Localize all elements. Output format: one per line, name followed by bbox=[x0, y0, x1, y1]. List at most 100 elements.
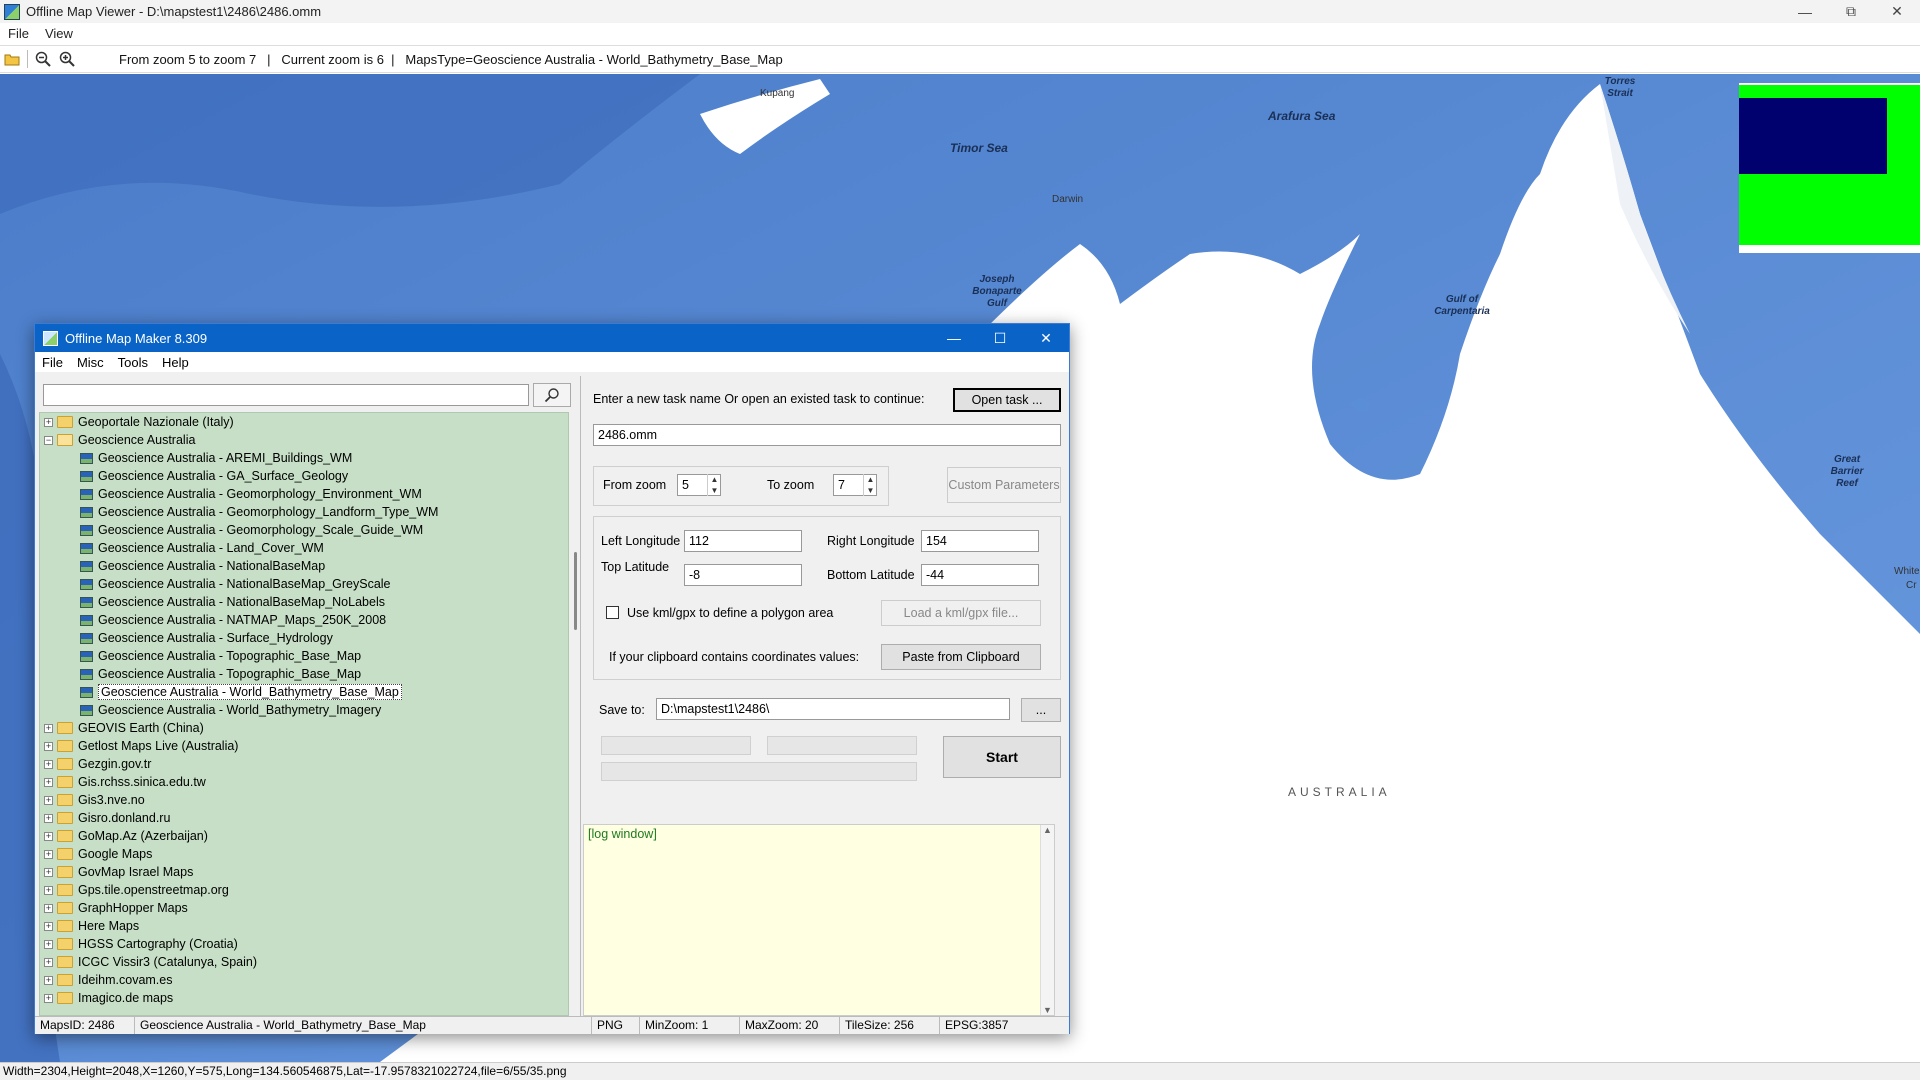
expand-icon[interactable]: + bbox=[44, 795, 53, 805]
tree-item[interactable]: + GoMap.Az (Azerbaijan) bbox=[40, 827, 568, 845]
tree-item-label: GEOVIS Earth (China) bbox=[78, 721, 204, 735]
tree-item[interactable]: Geoscience Australia - AREMI_Buildings_W… bbox=[40, 449, 568, 467]
tree-item[interactable]: Geoscience Australia - NationalBaseMap_N… bbox=[40, 593, 568, 611]
custom-parameters-button[interactable]: Custom Parameters bbox=[947, 467, 1061, 503]
tree-item[interactable]: + GEOVIS Earth (China) bbox=[40, 719, 568, 737]
status-max-zoom: MaxZoom: 20 bbox=[740, 1017, 840, 1034]
tree-item[interactable]: Geoscience Australia - World_Bathymetry_… bbox=[40, 701, 568, 719]
tree-item[interactable]: + HGSS Cartography (Croatia) bbox=[40, 935, 568, 953]
tree-scrollbar[interactable] bbox=[573, 412, 579, 1016]
tree-item-label: Geoportale Nazionale (Italy) bbox=[78, 415, 234, 429]
tree-item[interactable]: Geoscience Australia - NATMAP_Maps_250K_… bbox=[40, 611, 568, 629]
bottom-latitude-input[interactable]: -44 bbox=[921, 564, 1039, 586]
expand-icon[interactable]: + bbox=[44, 885, 53, 895]
tree-item[interactable]: + Imagico.de maps bbox=[40, 989, 568, 1007]
menu-view[interactable]: View bbox=[37, 26, 81, 41]
expand-icon[interactable]: + bbox=[44, 921, 53, 931]
map-search-input[interactable] bbox=[43, 384, 529, 406]
top-latitude-input[interactable]: -8 bbox=[684, 564, 802, 586]
map-source-tree[interactable]: + Geoportale Nazionale (Italy) − Geoscience… bbox=[39, 412, 569, 1016]
collapse-icon[interactable]: − bbox=[44, 435, 53, 445]
dialog-minimize-button[interactable]: — bbox=[931, 324, 977, 352]
expand-icon[interactable]: + bbox=[44, 759, 53, 769]
expand-icon[interactable]: + bbox=[44, 903, 53, 913]
to-zoom-stepper[interactable]: ▲ ▼ bbox=[863, 474, 877, 496]
map-layer-icon bbox=[80, 452, 93, 464]
open-task-button[interactable]: Open task ... bbox=[953, 388, 1061, 412]
map-layer-icon bbox=[80, 470, 93, 482]
restore-button[interactable]: ⧉ bbox=[1828, 0, 1874, 23]
tree-item[interactable]: + Getlost Maps Live (Australia) bbox=[40, 737, 568, 755]
right-longitude-input[interactable]: 154 bbox=[921, 530, 1039, 552]
tree-item[interactable]: Geoscience Australia - World_Bathymetry_… bbox=[40, 683, 568, 701]
tree-item[interactable]: + Ideihm.covam.es bbox=[40, 971, 568, 989]
tree-item-label: Geoscience Australia - Topographic_Base_… bbox=[98, 649, 362, 663]
expand-icon[interactable]: + bbox=[44, 975, 53, 985]
tree-item[interactable]: Geoscience Australia - NationalBaseMap_G… bbox=[40, 575, 568, 593]
from-zoom-stepper[interactable]: ▲ ▼ bbox=[707, 474, 721, 496]
map-label-arafura-sea: Arafura Sea bbox=[1268, 109, 1336, 123]
tree-item[interactable]: + Geoportale Nazionale (Italy) bbox=[40, 413, 568, 431]
log-scrollbar[interactable]: ▲ ▼ bbox=[1040, 825, 1054, 1015]
paste-from-clipboard-button[interactable]: Paste from Clipboard bbox=[881, 644, 1041, 670]
expand-icon[interactable]: + bbox=[44, 777, 53, 787]
tree-item[interactable]: Geoscience Australia - Geomorphology_Lan… bbox=[40, 503, 568, 521]
tree-item[interactable]: + GraphHopper Maps bbox=[40, 899, 568, 917]
tree-item[interactable]: + Google Maps bbox=[40, 845, 568, 863]
folder-icon bbox=[57, 956, 73, 968]
tree-item[interactable]: Geoscience Australia - Geomorphology_Sca… bbox=[40, 521, 568, 539]
zoom-in-icon[interactable] bbox=[55, 48, 79, 70]
tree-item[interactable]: + Here Maps bbox=[40, 917, 568, 935]
search-button[interactable] bbox=[533, 383, 571, 407]
tree-item[interactable]: + Gis.rchss.sinica.edu.tw bbox=[40, 773, 568, 791]
dialog-menu-tools[interactable]: Tools bbox=[111, 355, 155, 370]
tree-item[interactable]: Geoscience Australia - Topographic_Base_… bbox=[40, 665, 568, 683]
status-maps-id: MapsID: 2486 bbox=[35, 1017, 135, 1034]
expand-icon[interactable]: + bbox=[44, 957, 53, 967]
tree-item[interactable]: + Gis3.nve.no bbox=[40, 791, 568, 809]
dialog-menu-help[interactable]: Help bbox=[155, 355, 196, 370]
right-longitude-label: Right Longitude bbox=[827, 534, 915, 548]
dialog-maximize-button[interactable]: ☐ bbox=[977, 324, 1023, 352]
tree-item[interactable]: Geoscience Australia - Geomorphology_Env… bbox=[40, 485, 568, 503]
tree-item[interactable]: + ICGC Vissir3 (Catalunya, Spain) bbox=[40, 953, 568, 971]
minimize-button[interactable]: — bbox=[1782, 0, 1828, 23]
tree-item[interactable]: + GovMap Israel Maps bbox=[40, 863, 568, 881]
tree-item[interactable]: + Gisro.donland.ru bbox=[40, 809, 568, 827]
tree-item[interactable]: Geoscience Australia - Topographic_Base_… bbox=[40, 647, 568, 665]
tree-item[interactable]: + Gezgin.gov.tr bbox=[40, 755, 568, 773]
tree-item-label: Gps.tile.openstreetmap.org bbox=[78, 883, 229, 897]
expand-icon[interactable]: + bbox=[44, 939, 53, 949]
expand-icon[interactable]: + bbox=[44, 813, 53, 823]
expand-icon[interactable]: + bbox=[44, 993, 53, 1003]
status-epsg: EPSG:3857 bbox=[945, 1018, 1009, 1032]
expand-icon[interactable]: + bbox=[44, 849, 53, 859]
zoom-out-icon[interactable] bbox=[31, 48, 55, 70]
tree-item[interactable]: + Gps.tile.openstreetmap.org bbox=[40, 881, 568, 899]
dialog-menu-misc[interactable]: Misc bbox=[70, 355, 111, 370]
kml-polygon-checkbox[interactable] bbox=[606, 606, 619, 619]
tree-item[interactable]: Geoscience Australia - Surface_Hydrology bbox=[40, 629, 568, 647]
expand-icon[interactable]: + bbox=[44, 831, 53, 841]
open-folder-icon[interactable] bbox=[0, 48, 24, 70]
tree-item[interactable]: Geoscience Australia - Land_Cover_WM bbox=[40, 539, 568, 557]
menu-file[interactable]: File bbox=[0, 26, 37, 41]
dialog-close-button[interactable]: ✕ bbox=[1023, 324, 1069, 352]
left-longitude-input[interactable]: 112 bbox=[684, 530, 802, 552]
expand-icon[interactable]: + bbox=[44, 741, 53, 751]
start-button[interactable]: Start bbox=[943, 736, 1061, 778]
browse-button[interactable]: ... bbox=[1021, 698, 1061, 722]
status-maps-name: Geoscience Australia - World_Bathymetry_… bbox=[135, 1017, 592, 1034]
tree-item[interactable]: Geoscience Australia - GA_Surface_Geolog… bbox=[40, 467, 568, 485]
expand-icon[interactable]: + bbox=[44, 417, 53, 427]
task-name-input[interactable]: 2486.omm bbox=[593, 424, 1061, 446]
tree-item[interactable]: Geoscience Australia - NationalBaseMap bbox=[40, 557, 568, 575]
load-kml-button[interactable]: Load a kml/gpx file... bbox=[881, 600, 1041, 626]
dialog-menu-file[interactable]: File bbox=[35, 355, 70, 370]
save-to-input[interactable]: D:\mapstest1\2486\ bbox=[656, 698, 1010, 720]
expand-icon[interactable]: + bbox=[44, 867, 53, 877]
log-window[interactable]: [log window] ▲ ▼ bbox=[583, 824, 1055, 1016]
close-button[interactable]: ✕ bbox=[1874, 0, 1920, 23]
tree-item[interactable]: − Geoscience Australia bbox=[40, 431, 568, 449]
expand-icon[interactable]: + bbox=[44, 723, 53, 733]
